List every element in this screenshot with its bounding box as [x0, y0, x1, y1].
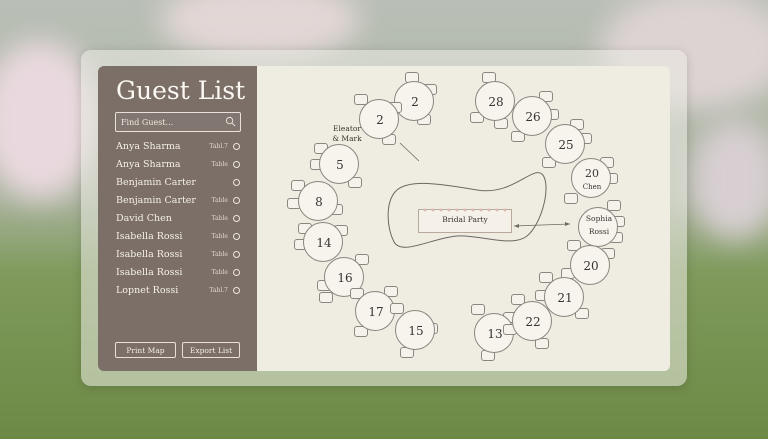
guest-select-radio[interactable]: [233, 251, 240, 258]
guest-row[interactable]: Benjamin Carter Table: [116, 195, 240, 211]
guest-table-label: Table: [211, 251, 228, 258]
bridal-party-table[interactable]: Bridal Party: [418, 207, 512, 233]
guest-name: Anya Sharma: [116, 159, 181, 170]
background-blossom: [690, 120, 768, 240]
export-list-button[interactable]: Export List: [182, 342, 240, 358]
guest-select-radio[interactable]: [233, 233, 240, 240]
guest-table-label: Table: [211, 215, 228, 222]
guest-name: Benjamin Carter: [116, 177, 196, 188]
guest-name: Isabella Rossi: [116, 249, 183, 260]
guest-list-sidebar: Guest List Anya Sharma Tabl.7 Anya Sharm…: [98, 66, 257, 371]
guest-row[interactable]: Anya Sharma Tabl.7: [116, 141, 240, 157]
guest-name: Isabella Rossi: [116, 231, 183, 242]
guest-table-label: Table: [211, 269, 228, 276]
guest-name: David Chen: [116, 213, 172, 224]
arrow-head: [565, 222, 570, 226]
table-circle[interactable]: 20 Chen: [571, 158, 611, 198]
guest-select-radio[interactable]: [233, 143, 240, 150]
seating-map: Bridal Party Eleator & Mark Sophia Rossi…: [257, 66, 670, 371]
guest-name: Anya Sharma: [116, 141, 181, 152]
table-guest-name: Chen: [582, 183, 602, 191]
print-map-button[interactable]: Print Map: [115, 342, 176, 358]
guest-table-label: Tabl.7: [209, 287, 228, 294]
guest-table-label: Tabl.7: [209, 143, 228, 150]
guest-select-radio[interactable]: [233, 179, 240, 186]
table-22[interactable]: 22: [503, 294, 559, 349]
search-box[interactable]: [115, 112, 241, 132]
guest-row[interactable]: David Chen Table: [116, 213, 240, 229]
guest-row[interactable]: Isabella Rossi Table: [116, 267, 240, 283]
guest-row[interactable]: Lopnet Rossi Tabl.7: [116, 285, 240, 301]
guest-select-radio[interactable]: [233, 215, 240, 222]
table-number: 15: [408, 324, 424, 338]
sophia-connector-arrow: [513, 223, 571, 227]
guest-select-radio[interactable]: [233, 287, 240, 294]
table-20-chen[interactable]: 20 Chen: [564, 151, 618, 205]
table-circle[interactable]: 2: [359, 99, 399, 139]
guest-row[interactable]: Anya Sharma Table: [116, 159, 240, 175]
table-15[interactable]: 15: [388, 303, 442, 358]
table-circle[interactable]: 15: [395, 310, 435, 350]
guest-name: Isabella Rossi: [116, 267, 183, 278]
search-icon[interactable]: [225, 116, 236, 127]
guest-name: Benjamin Carter: [116, 195, 196, 206]
floral-decoration: [421, 207, 507, 213]
guest-table-label: Table: [211, 161, 228, 168]
table-number: 22: [525, 315, 541, 329]
guest-row[interactable]: Benjamin Carter: [116, 177, 240, 193]
sophia-rossi-label: Sophia Rossi: [585, 214, 613, 236]
bridal-party-label: Bridal Party: [442, 215, 488, 224]
guest-name: Lopnet Rossi: [116, 285, 179, 296]
guest-table-label: Table: [211, 197, 228, 204]
guest-table-label: Table: [211, 233, 228, 240]
guest-select-radio[interactable]: [233, 269, 240, 276]
table-number: 20: [585, 167, 599, 180]
table-circle[interactable]: 22: [512, 301, 552, 341]
search-input[interactable]: [119, 114, 223, 131]
guest-row[interactable]: Isabella Rossi Table: [116, 231, 240, 247]
page-title: Guest List: [116, 76, 246, 105]
guest-select-radio[interactable]: [233, 197, 240, 204]
arrow-head: [514, 224, 519, 228]
table-number: 2: [376, 113, 384, 127]
guest-select-radio[interactable]: [233, 161, 240, 168]
guest-row[interactable]: Isabella Rossi Table: [116, 249, 240, 265]
